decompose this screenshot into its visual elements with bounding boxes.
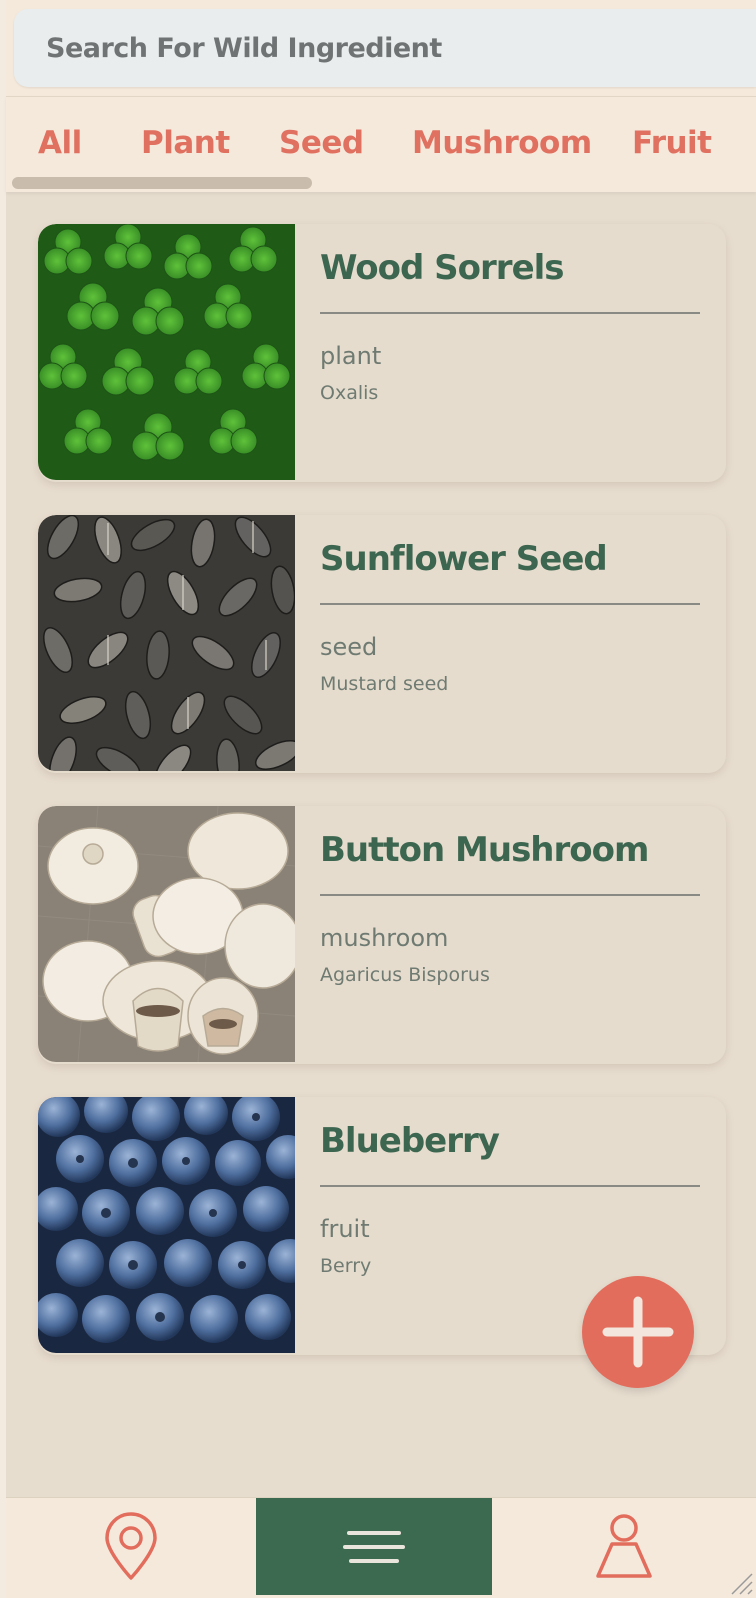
sunflower-seeds-photo [38, 515, 295, 771]
divider [320, 312, 700, 314]
bottom-nav [6, 1497, 756, 1598]
ingredient-type: fruit [320, 1215, 370, 1243]
resize-grip-icon[interactable] [728, 1570, 754, 1596]
ingredient-type: mushroom [320, 924, 449, 952]
divider [320, 894, 700, 896]
ingredient-name: Blueberry [320, 1121, 500, 1161]
tab-all[interactable]: All [38, 125, 82, 161]
ingredient-card[interactable]: Wood Sorrels plant Oxalis [38, 224, 726, 482]
tab-seed[interactable]: Seed [279, 125, 364, 161]
ingredient-card[interactable]: Sunflower Seed seed Mustard seed [38, 515, 726, 773]
search-box[interactable] [14, 9, 756, 87]
nav-profile[interactable] [492, 1498, 756, 1595]
ingredient-type: seed [320, 633, 378, 661]
plus-icon [602, 1296, 674, 1368]
ingredient-scientific-name: Berry [320, 1255, 372, 1277]
ingredient-scientific-name: Oxalis [320, 382, 379, 404]
profile-icon [596, 1513, 652, 1578]
add-ingredient-button[interactable] [582, 1276, 694, 1388]
map-pin-icon [105, 1511, 157, 1580]
blueberries-photo [38, 1097, 295, 1353]
ingredient-name: Wood Sorrels [320, 248, 565, 288]
nav-map[interactable] [6, 1498, 256, 1595]
search-input[interactable] [46, 32, 756, 64]
ingredient-scientific-name: Mustard seed [320, 673, 449, 695]
tabs-scrollbar[interactable] [12, 177, 312, 189]
ingredient-name: Sunflower Seed [320, 539, 608, 579]
ingredient-scientific-name: Agaricus Bisporus [320, 964, 490, 986]
ingredient-name: Button Mushroom [320, 830, 649, 870]
ingredient-card[interactable]: Button Mushroom mushroom Agaricus Bispor… [38, 806, 726, 1064]
menu-icon [343, 1530, 405, 1563]
nav-menu[interactable] [256, 1498, 492, 1595]
tab-mushroom[interactable]: Mushroom [412, 125, 592, 161]
tab-plant[interactable]: Plant [141, 125, 230, 161]
tab-fruit[interactable]: Fruit [632, 125, 712, 161]
left-edge [0, 0, 6, 1598]
app-root: All Plant Seed Mushroom Fruit [0, 0, 756, 1598]
clover-leaves-photo [38, 224, 295, 480]
divider [320, 1185, 700, 1187]
button-mushrooms-photo [38, 806, 295, 1062]
divider [320, 603, 700, 605]
ingredient-type: plant [320, 342, 382, 370]
category-tabs: All Plant Seed Mushroom Fruit [6, 96, 756, 192]
search-bar [6, 0, 756, 96]
